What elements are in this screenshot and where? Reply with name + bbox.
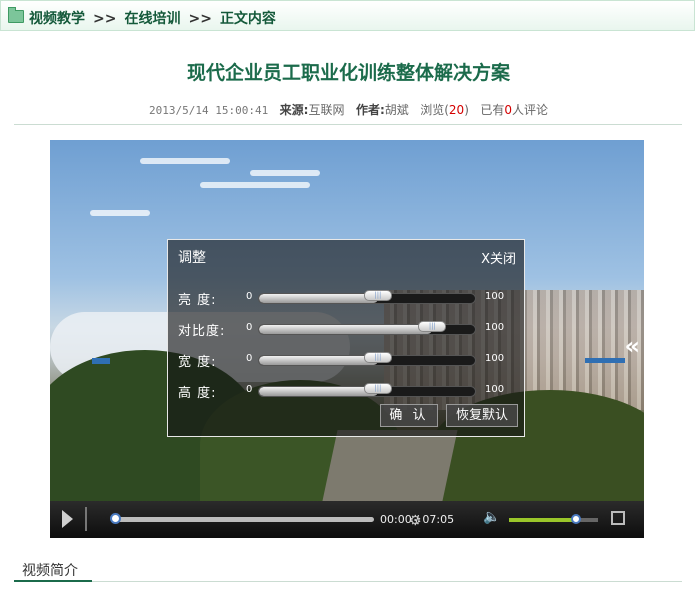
folder-icon (8, 7, 24, 23)
player-control-bar: 00:00 / 07:05 ⚙ 🔈 (50, 501, 644, 538)
width-label: 宽 度: (178, 355, 217, 370)
article-meta: 2013/5/14 15:00:41 来源:互联网 作者:胡斌 浏览(20) 已… (0, 101, 697, 118)
contrast-slider-handle[interactable]: ||| (418, 321, 447, 332)
slider-fill (259, 325, 432, 334)
close-button[interactable]: X关闭 (481, 248, 516, 267)
brightness-slider-handle[interactable]: ||| (363, 290, 392, 301)
tab-video-intro[interactable]: 视频简介 (22, 560, 78, 580)
height-slider-handle[interactable]: ||| (363, 383, 392, 394)
comments-count[interactable]: 0 (504, 103, 512, 117)
breadcrumb-separator: >> (93, 11, 117, 27)
breadcrumb-item-video-teaching[interactable]: 视频教学 (29, 11, 85, 27)
play-icon[interactable] (62, 510, 73, 528)
height-min: 0 (246, 384, 253, 395)
contrast-max: 100 (485, 322, 505, 333)
width-max: 100 (485, 353, 505, 364)
source-value: 互联网 (308, 103, 345, 117)
views-label: 浏览( (420, 103, 449, 117)
width-slider-handle[interactable]: ||| (363, 352, 392, 363)
width-min: 0 (246, 353, 253, 364)
height-max: 100 (485, 384, 505, 395)
views-close: ) (464, 103, 469, 117)
contrast-row: 对比度: 0 ||| 100 (168, 320, 526, 339)
divider (14, 581, 682, 582)
cloud (250, 170, 320, 176)
fullscreen-icon[interactable] (611, 511, 625, 525)
confirm-button[interactable]: 确 认 (380, 404, 438, 427)
slider-fill (259, 294, 378, 303)
breadcrumb: 视频教学 >> 在线培训 >> 正文内容 (0, 0, 695, 31)
seek-handle[interactable] (110, 513, 121, 524)
contrast-label: 对比度: (178, 324, 226, 339)
brightness-label: 亮 度: (178, 293, 217, 308)
height-label: 高 度: (178, 386, 217, 401)
cloud (200, 182, 310, 188)
rooftop (92, 358, 110, 364)
volume-icon[interactable]: 🔈 (483, 509, 500, 525)
cloud (90, 210, 150, 216)
control-divider (85, 507, 87, 531)
author-value: 胡斌 (384, 103, 409, 117)
breadcrumb-item-content: 正文内容 (219, 11, 276, 27)
active-tab-indicator (14, 580, 92, 582)
contrast-min: 0 (246, 322, 253, 333)
video-frame[interactable]: « 调整 X关闭 亮 度: 0 ||| 100 对比度: 0 ||| 100 宽… (50, 140, 644, 501)
volume-handle[interactable] (570, 514, 581, 524)
gear-icon[interactable]: ⚙ (409, 513, 422, 529)
width-row: 宽 度: 0 ||| 100 (168, 351, 526, 370)
brightness-row: 亮 度: 0 ||| 100 (168, 289, 526, 308)
slider-fill (259, 356, 378, 365)
volume-slider[interactable] (509, 518, 598, 522)
cloud (140, 158, 230, 164)
page-title: 现代企业员工职业化训练整体解决方案 (186, 62, 510, 84)
video-player[interactable]: « 调整 X关闭 亮 度: 0 ||| 100 对比度: 0 ||| 100 宽… (50, 140, 644, 538)
stairs (322, 430, 458, 501)
adjust-panel: 调整 X关闭 亮 度: 0 ||| 100 对比度: 0 ||| 100 宽 度… (167, 239, 525, 437)
brightness-max: 100 (485, 291, 505, 302)
comments-prefix: 已有 (480, 103, 505, 117)
publish-date: 2013/5/14 15:00:41 (148, 104, 269, 117)
comments-suffix: 人评论 (511, 103, 548, 117)
volume-fill (509, 518, 576, 522)
slider-fill (259, 387, 378, 396)
side-arrow-icon[interactable]: « (624, 332, 640, 360)
divider (14, 124, 682, 125)
views-count: 20 (448, 103, 465, 117)
author-label: 作者: (355, 103, 385, 117)
source-label: 来源: (279, 103, 309, 117)
height-row: 高 度: 0 ||| 100 (168, 382, 526, 401)
breadcrumb-separator: >> (188, 11, 212, 27)
rooftop (585, 358, 625, 363)
breadcrumb-item-online-training[interactable]: 在线培训 (124, 11, 180, 27)
adjust-panel-title: 调整 (178, 250, 206, 266)
seek-bar[interactable] (112, 517, 374, 522)
brightness-min: 0 (246, 291, 253, 302)
reset-default-button[interactable]: 恢复默认 (446, 404, 518, 427)
